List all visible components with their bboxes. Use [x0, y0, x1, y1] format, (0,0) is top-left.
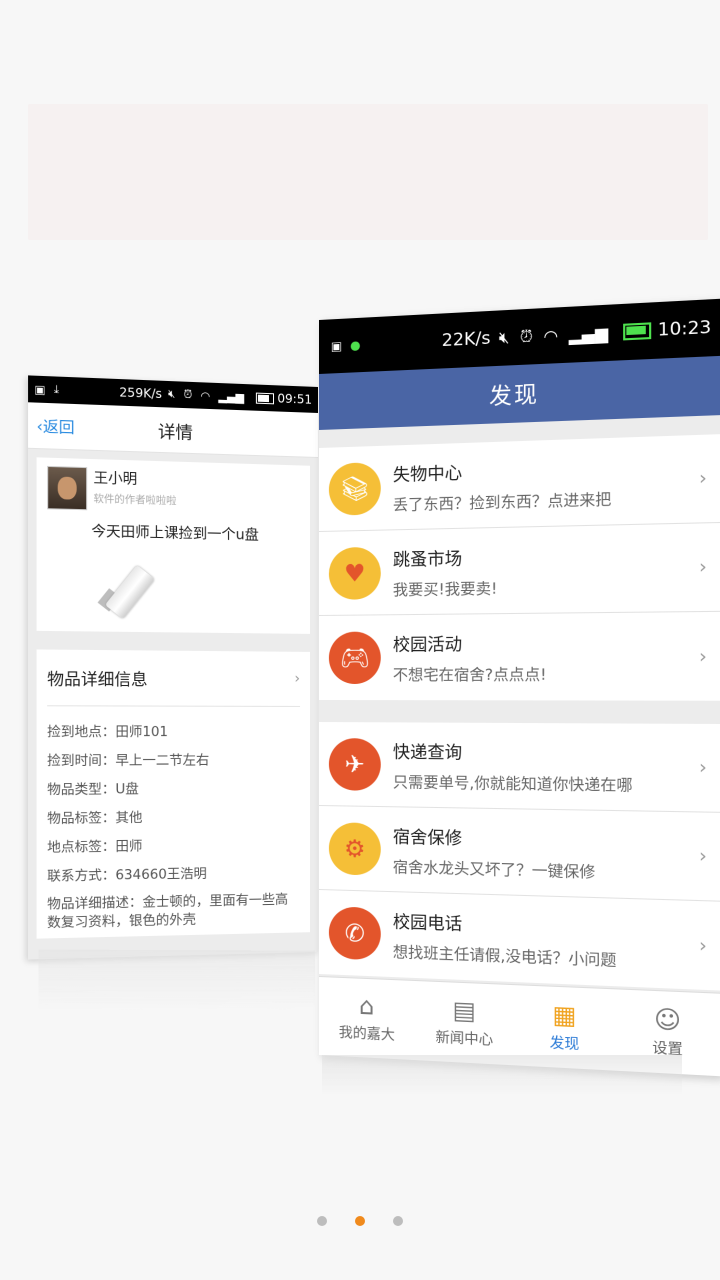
page-dot[interactable]	[393, 1216, 403, 1226]
item-info-header[interactable]: 物品详细信息 ›	[47, 649, 301, 707]
menu-item-express-query[interactable]: ✈ 快递查询 只需要单号,你就能知道你快递在哪 ›	[319, 722, 720, 813]
discover-screen-preview: ▣ ● 22K/s 🔇︎ ⏰︎ ◠ ▂▄▆ 10:23 发现 📚︎ 失物中心 丢…	[319, 298, 720, 1077]
info-row: 捡到地点：田师101	[47, 724, 169, 741]
menu-item-title: 快递查询	[392, 742, 463, 764]
page-dot-active[interactable]	[355, 1216, 365, 1226]
usb-drive-image[interactable]	[97, 560, 173, 622]
wifi-icon: ◠	[200, 388, 211, 403]
menu-item-campus-phone[interactable]: ✆ 校园电话 想找班主任请假,没电话？小问题 ›	[319, 890, 720, 991]
network-speed: 22K/s	[441, 328, 491, 352]
post-text: 今天田师上课捡到一个u盘	[91, 523, 259, 544]
menu-item-subtitle: 丢了东西？捡到东西？点进来把	[392, 489, 612, 514]
author-subtitle: 软件的作者啦啦啦	[93, 493, 177, 508]
chevron-right-icon: ›	[699, 845, 707, 868]
wechat-icon: ●	[350, 337, 361, 353]
info-row: 联系方式：634660王浩明	[47, 866, 207, 885]
top-banner-area	[28, 104, 708, 240]
wifi-icon: ◠	[543, 325, 559, 346]
back-label: 返回	[42, 416, 75, 437]
image-notification-icon: ▣	[330, 338, 343, 354]
avatar[interactable]	[47, 465, 88, 511]
right-phone-reflection	[322, 1055, 682, 1095]
download-icon: ⤓	[53, 382, 60, 397]
post-author: 王小明 软件的作者啦啦啦	[47, 465, 302, 516]
info-description: 物品详细描述：金士顿的，里面有一些高数复习资料，银色的外壳	[47, 892, 289, 932]
page-indicator	[0, 1216, 720, 1226]
mute-icon: 🔇︎	[498, 327, 510, 348]
books-icon: 📚︎	[328, 461, 381, 516]
info-row: 物品类型：U盘	[47, 782, 139, 799]
alarm-icon: ⏰︎	[519, 326, 533, 347]
signal-icon: ▂▄▆	[568, 322, 609, 345]
item-info-card: 物品详细信息 › 捡到地点：田师101 捡到时间：早上一二节左右 物品类型：U盘…	[36, 649, 311, 939]
left-phone-reflection	[38, 949, 316, 1011]
menu-item-campus-events[interactable]: 🎮︎ 校园活动 不想宅在宿舍?点点点! ›	[319, 612, 720, 701]
clock: 09:51	[277, 391, 313, 407]
info-row: 物品标签：其他	[47, 810, 143, 827]
page-dot[interactable]	[317, 1216, 327, 1226]
menu-item-title: 失物中心	[392, 462, 463, 486]
back-button[interactable]: ‹返回	[37, 414, 75, 437]
menu-item-subtitle: 宿舍水龙头又坏了？一键保修	[392, 857, 596, 881]
detail-screen-preview: ▣ ⤓ 259K/s 🔇︎ ⏰︎ ◠ ▂▄▆ 09:51 ‹返回 详情 王小明 …	[28, 375, 319, 960]
gamepad-icon: 🎮︎	[328, 631, 381, 684]
tab-news-center[interactable]: ▤ 新闻中心	[415, 981, 514, 1065]
chevron-right-icon: ›	[294, 670, 301, 687]
tab-label: 发现	[549, 1035, 580, 1054]
chevron-right-icon: ›	[699, 645, 707, 668]
mute-icon: 🔇︎	[168, 387, 176, 401]
tab-label: 新闻中心	[435, 1029, 494, 1049]
item-info-title: 物品详细信息	[47, 669, 148, 690]
menu-item-title: 宿舍保修	[392, 826, 463, 849]
image-notification-icon: ▣	[34, 382, 46, 397]
nav-bar: ‹返回 详情	[28, 402, 319, 458]
heart-plus-icon: ♥	[328, 546, 381, 600]
menu-item-flea-market[interactable]: ♥ 跳蚤市场 我要买!我要卖! ›	[319, 523, 720, 616]
news-icon: ▤	[452, 995, 476, 1026]
tab-label: 我的嘉大	[338, 1024, 395, 1044]
chevron-right-icon: ›	[699, 467, 707, 490]
author-name: 王小明	[93, 470, 138, 489]
chevron-right-icon: ›	[699, 756, 707, 779]
alarm-icon: ⏰︎	[183, 387, 193, 402]
gears-icon: ⚙	[328, 821, 381, 876]
info-row: 捡到时间：早上一二节左右	[47, 753, 210, 770]
menu-group: 📚︎ 失物中心 丢了东西？捡到东西？点进来把 › ♥ 跳蚤市场 我要买!我要卖!…	[319, 434, 720, 701]
menu-item-subtitle: 我要买!我要卖!	[392, 578, 498, 599]
clock: 10:23	[657, 317, 712, 341]
user-settings-icon: ☺	[653, 1004, 682, 1036]
post-card: 王小明 软件的作者啦啦啦 今天田师上课捡到一个u盘	[36, 457, 311, 634]
menu-item-subtitle: 只需要单号,你就能知道你快递在哪	[392, 772, 633, 795]
tab-my-jiada[interactable]: ⌂ 我的嘉大	[319, 977, 415, 1060]
battery-icon	[623, 322, 652, 341]
menu-item-title: 校园电话	[392, 912, 463, 935]
network-speed: 259K/s	[119, 385, 162, 402]
discover-grid-icon: ▦	[552, 1000, 577, 1031]
home-icon: ⌂	[359, 991, 375, 1021]
info-row: 地点标签：田师	[47, 839, 143, 856]
menu-item-lost-found[interactable]: 📚︎ 失物中心 丢了东西？捡到东西？点进来把 ›	[319, 434, 720, 532]
battery-icon	[256, 392, 275, 404]
phone-icon: ✆	[328, 906, 381, 961]
menu-group: ✈ 快递查询 只需要单号,你就能知道你快递在哪 › ⚙ 宿舍保修 宿舍水龙头又坏…	[319, 722, 720, 991]
item-info-list: 捡到地点：田师101 捡到时间：早上一二节左右 物品类型：U盘 物品标签：其他 …	[47, 706, 300, 933]
menu-item-title: 校园活动	[392, 634, 463, 656]
menu-item-subtitle: 想找班主任请假,没电话？小问题	[392, 942, 617, 970]
chevron-right-icon: ›	[699, 556, 707, 579]
menu-item-subtitle: 不想宅在宿舍?点点点!	[392, 665, 547, 684]
menu-item-dorm-repair[interactable]: ⚙ 宿舍保修 宿舍水龙头又坏了？一键保修 ›	[319, 806, 720, 902]
signal-icon: ▂▄▆	[218, 389, 245, 404]
menu-item-title: 跳蚤市场	[392, 548, 463, 571]
plane-icon: ✈	[328, 737, 381, 791]
chevron-right-icon: ›	[699, 934, 707, 957]
